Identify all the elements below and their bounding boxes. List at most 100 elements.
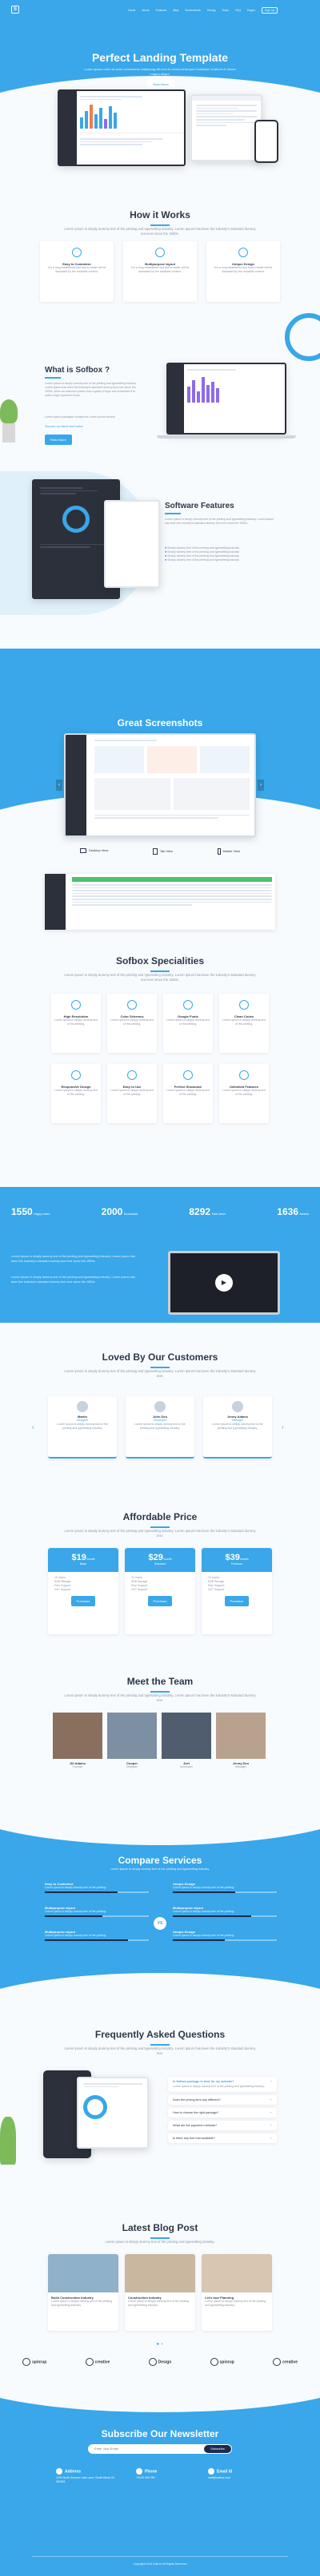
faq-item[interactable]: Does the pricing tiers any different? + <box>168 2095 277 2105</box>
hero-browser-mockup <box>190 94 262 161</box>
special-card: Easy to Use Lorem Ipsum is simply dummy t… <box>107 1064 157 1123</box>
special-card: Clean Codes Lorem Ipsum is simply dummy t… <box>219 994 269 1053</box>
stats-text: Lorem Ipsum is simply dummy text of the … <box>11 1255 135 1263</box>
blog-card[interactable]: Construction Industry Lorem Ipsum is simp… <box>125 2254 195 2331</box>
plant-decoration <box>0 399 18 447</box>
testimonial-card: Martin Designer Lorem Ipsum is simply dumm… <box>48 1396 117 1459</box>
team-photo <box>162 1713 211 1759</box>
what-text-2: Lorem ipsum passages contain the Lorem I… <box>45 415 115 419</box>
hero-subtitle: Lorem ipsum dolor sit amet consectetur a… <box>84 67 236 76</box>
slider-next-button[interactable]: › <box>258 780 264 791</box>
blog-desc: Lorem ipsum is simply dummy text of the … <box>105 2240 215 2244</box>
footer-col-address: Address 1234 North Avenue Luke Lane, Sout… <box>56 2468 114 2483</box>
plus-icon: + <box>270 2098 272 2102</box>
blog-card[interactable]: Let's tour Planning Lorem Ipsum is simply… <box>202 2254 272 2331</box>
faq-item-open[interactable]: Is Sofbox package is best for my website… <box>168 2077 277 2092</box>
features-text: Lorem Ipsum is simply dummy text of the … <box>165 518 274 525</box>
compare-item: Unique Design Lorem Ipsum is simply dummy… <box>173 1882 277 1893</box>
loved-title: Loved By Our Customers <box>102 1352 218 1363</box>
resolution-icon <box>71 1000 81 1010</box>
purchase-button[interactable]: Purchase <box>147 1596 173 1606</box>
subscribe-button[interactable]: Subscribe <box>204 2445 231 2453</box>
special-card: High Resolution Lorem Ipsum is simply dum… <box>51 994 101 1053</box>
compare-item: Easy to Customize Lorem Ipsum is simply d… <box>45 1882 149 1893</box>
compare-item: Unique Design Lorem Ipsum is simply dummy… <box>173 1930 277 1941</box>
screens-slider <box>64 733 256 837</box>
plan-price: $39 <box>225 1553 240 1562</box>
tab-desktop-view[interactable]: Desktop View <box>80 848 108 855</box>
easy-icon <box>127 1070 137 1080</box>
faq-item[interactable]: What are the payment methods? + <box>168 2121 277 2130</box>
testimonial-next-button[interactable]: › <box>282 1423 284 1431</box>
what-read-more-button[interactable]: Read More <box>45 435 72 445</box>
price-plans: $19/month Basic 10 Users 5GB Storage Free S… <box>48 1548 272 1636</box>
how-card: Multipurpose layout It is a long establi… <box>123 241 197 302</box>
what-link[interactable]: Discover our latest work button <box>45 425 83 429</box>
slider-prev-button[interactable]: ‹ <box>56 780 62 791</box>
table-screenshot <box>45 874 275 930</box>
faq-item[interactable]: How to choose the right package? + <box>168 2108 277 2118</box>
compare-item: Multipurpose layout Lorem Ipsum is simply… <box>45 1930 149 1941</box>
nav-item-faq[interactable]: FAQ <box>235 9 241 12</box>
client-logo: spinrup <box>210 2358 234 2366</box>
nav-item-features[interactable]: Features <box>156 9 167 12</box>
nav-item-about[interactable]: About <box>142 9 149 12</box>
nav-signup-button[interactable]: Sign Up <box>262 7 278 14</box>
compare-item: Multipurpose layout Lorem Ipsum is simply… <box>45 1906 149 1917</box>
blog-card[interactable]: Build Construction Industry Lorem Ipsum i… <box>48 2254 118 2331</box>
nav-item-blog[interactable]: Blog <box>173 9 178 12</box>
what-underline <box>45 377 61 379</box>
hero-phone-mockup <box>254 120 278 163</box>
blog-pagination-dots[interactable]: ● ● <box>152 2342 168 2347</box>
team-photo <box>53 1713 102 1759</box>
blog-title: Latest Blog Post <box>122 2222 198 2233</box>
how-card: Unique Design It is a long established f… <box>206 241 280 302</box>
how-title-underline <box>150 224 170 226</box>
plan-price: $29 <box>148 1553 163 1562</box>
what-laptop-base <box>157 435 296 439</box>
tab-mobile-view[interactable]: Mobile View <box>217 848 240 855</box>
faq-item[interactable]: Is there any free trial available? + <box>168 2133 277 2143</box>
features-underline <box>165 513 181 514</box>
purchase-button[interactable]: Purchase <box>70 1596 96 1606</box>
hero-read-more-button[interactable]: Read More <box>147 80 174 89</box>
news-form: Subscribe <box>88 2444 232 2454</box>
stats-row: 1550 Happy Users 2000 Downloads 8292 Tot… <box>11 1206 309 1217</box>
play-button[interactable]: ▶ <box>215 1274 233 1292</box>
avatar <box>232 1401 243 1412</box>
price-desc: Lorem ipsum is simply dummy text of the … <box>64 1529 256 1538</box>
tab-tablet-view[interactable]: Tab View <box>152 848 173 855</box>
avatar <box>154 1401 166 1412</box>
special-card: Color Schemes Lorem Ipsum is simply dummy… <box>107 994 157 1053</box>
stat-item: 1636 Awards <box>277 1206 309 1217</box>
nav-item-team[interactable]: Team <box>222 9 230 12</box>
price-underline <box>150 1526 170 1528</box>
blog-underline <box>150 2237 170 2239</box>
features-list: ■ Simply dummy text of the printing and … <box>165 546 277 562</box>
stat-item: 2000 Downloads <box>101 1206 138 1217</box>
purchase-button[interactable]: Purchase <box>224 1596 250 1606</box>
features-title: Software Features <box>165 502 234 510</box>
newsletter-email-input[interactable] <box>88 2444 184 2453</box>
price-card: $19/month Basic 10 Users 5GB Storage Free S… <box>48 1548 118 1634</box>
nav-item-pages[interactable]: Pages <box>247 9 255 12</box>
compare-item: Multipurpose layout Lorem Ipsum is simply… <box>173 1906 277 1917</box>
special-title: Sofbox Specialities <box>115 955 205 966</box>
nav-item-screenshots[interactable]: Screenshots <box>185 9 200 12</box>
how-card: Easy to Customize It is a long establish… <box>40 241 114 302</box>
nav-item-home[interactable]: Home <box>128 9 135 12</box>
minus-icon: − <box>270 2080 272 2083</box>
client-logo: creative <box>85 2358 110 2366</box>
nav-logo[interactable]: S <box>11 6 19 14</box>
desktop-icon <box>80 848 86 853</box>
nav-item-pricing[interactable]: Pricing <box>207 9 216 12</box>
clients-row: spinrup creative Design spinrup creative <box>22 2358 298 2366</box>
decor-circle <box>285 313 320 361</box>
tablet-icon <box>152 848 158 855</box>
testimonial-prev-button[interactable]: ‹ <box>32 1423 34 1431</box>
footer-col-phone: Phone +0123 456 789 <box>136 2468 158 2479</box>
footer-divider <box>32 2556 288 2557</box>
team-title: Meet the Team <box>126 1676 194 1687</box>
price-card: $29/month Standard 10 Users 5GB Storage Fre… <box>125 1548 195 1634</box>
team-underline <box>150 1691 170 1693</box>
